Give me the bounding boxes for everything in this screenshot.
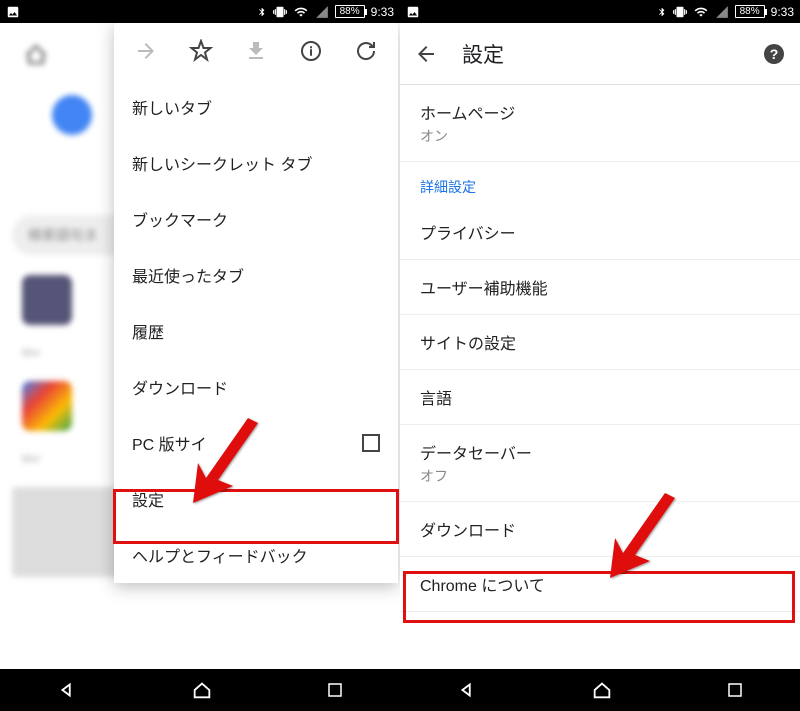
recent-nav-icon[interactable] [726, 681, 744, 699]
bluetooth-icon [657, 5, 667, 19]
nav-bar [0, 669, 400, 711]
setting-label: サイトの設定 [420, 330, 780, 354]
setting-label: 言語 [420, 385, 780, 409]
content-left: 検索語句ま blur blur 新しいタブ 新しいシークレット タブ ブックマー… [0, 23, 400, 669]
status-time: 9:33 [771, 5, 794, 19]
google-logo [52, 95, 92, 135]
setting-label: ホームページ [420, 100, 780, 124]
status-bar: 88% 9:33 [400, 0, 800, 23]
image-icon [406, 5, 420, 19]
download-icon[interactable] [244, 39, 268, 63]
setting-download[interactable]: ダウンロード [400, 502, 800, 557]
home-nav-icon[interactable] [591, 679, 613, 701]
wifi-icon [293, 5, 309, 19]
setting-about[interactable]: Chrome について [400, 557, 800, 612]
svg-text:?: ? [770, 46, 779, 62]
setting-label: ダウンロード [420, 517, 780, 541]
setting-sub: オン [420, 126, 780, 146]
app-shortcut [22, 381, 72, 431]
status-bar: 88% 9:33 [0, 0, 400, 23]
setting-language[interactable]: 言語 [400, 370, 800, 425]
menu-settings[interactable]: 設定 [114, 471, 398, 527]
setting-datasaver[interactable]: データセーバー オフ [400, 425, 800, 502]
battery-icon: 88% [335, 5, 365, 18]
bluetooth-icon [257, 5, 267, 19]
phone-right: 88% 9:33 設定 ? ホームページ オン 詳細設定 プライバシー ユーザー… [400, 0, 800, 711]
menu-icon-row [114, 23, 398, 79]
status-time: 9:33 [371, 5, 394, 19]
section-advanced: 詳細設定 [400, 162, 800, 205]
setting-sub: オフ [420, 466, 780, 486]
signal-icon [315, 5, 329, 19]
battery-icon: 88% [735, 5, 765, 18]
reload-icon[interactable] [354, 39, 378, 63]
menu-new-tab[interactable]: 新しいタブ [114, 79, 398, 135]
back-nav-icon[interactable] [456, 679, 478, 701]
nav-bar [400, 669, 800, 711]
home-icon[interactable] [24, 43, 48, 67]
back-nav-icon[interactable] [56, 679, 78, 701]
content-right: 設定 ? ホームページ オン 詳細設定 プライバシー ユーザー補助機能 サイトの… [400, 23, 800, 669]
overflow-menu: 新しいタブ 新しいシークレット タブ ブックマーク 最近使ったタブ 履歴 ダウン… [114, 23, 398, 583]
menu-desktop-label: PC 版サイ [132, 431, 207, 455]
menu-incognito[interactable]: 新しいシークレット タブ [114, 135, 398, 191]
settings-title: 設定 [462, 39, 504, 69]
star-icon[interactable] [189, 39, 213, 63]
setting-label: プライバシー [420, 220, 780, 244]
settings-header: 設定 ? [400, 23, 800, 85]
setting-label: ユーザー補助機能 [420, 275, 780, 299]
phone-left: 88% 9:33 検索語句ま blur blur [0, 0, 400, 711]
back-arrow-icon[interactable] [414, 42, 438, 66]
menu-bookmarks[interactable]: ブックマーク [114, 191, 398, 247]
image-icon [6, 5, 20, 19]
app-shortcut [22, 275, 72, 325]
setting-privacy[interactable]: プライバシー [400, 205, 800, 260]
checkbox-icon[interactable] [362, 434, 380, 452]
forward-icon[interactable] [134, 39, 158, 63]
menu-help[interactable]: ヘルプとフィードバック [114, 527, 398, 583]
help-icon[interactable]: ? [762, 42, 786, 66]
menu-recent-tabs[interactable]: 最近使ったタブ [114, 247, 398, 303]
signal-icon [715, 5, 729, 19]
setting-label: Chrome について [420, 572, 780, 596]
setting-label: データセーバー [420, 440, 780, 464]
recent-nav-icon[interactable] [326, 681, 344, 699]
home-nav-icon[interactable] [191, 679, 213, 701]
wifi-icon [693, 5, 709, 19]
setting-homepage[interactable]: ホームページ オン [400, 85, 800, 162]
menu-history[interactable]: 履歴 [114, 303, 398, 359]
setting-accessibility[interactable]: ユーザー補助機能 [400, 260, 800, 315]
vibrate-icon [273, 5, 287, 19]
menu-downloads[interactable]: ダウンロード [114, 359, 398, 415]
vibrate-icon [673, 5, 687, 19]
menu-desktop-site[interactable]: PC 版サイ [114, 415, 398, 471]
info-icon[interactable] [299, 39, 323, 63]
setting-site[interactable]: サイトの設定 [400, 315, 800, 370]
